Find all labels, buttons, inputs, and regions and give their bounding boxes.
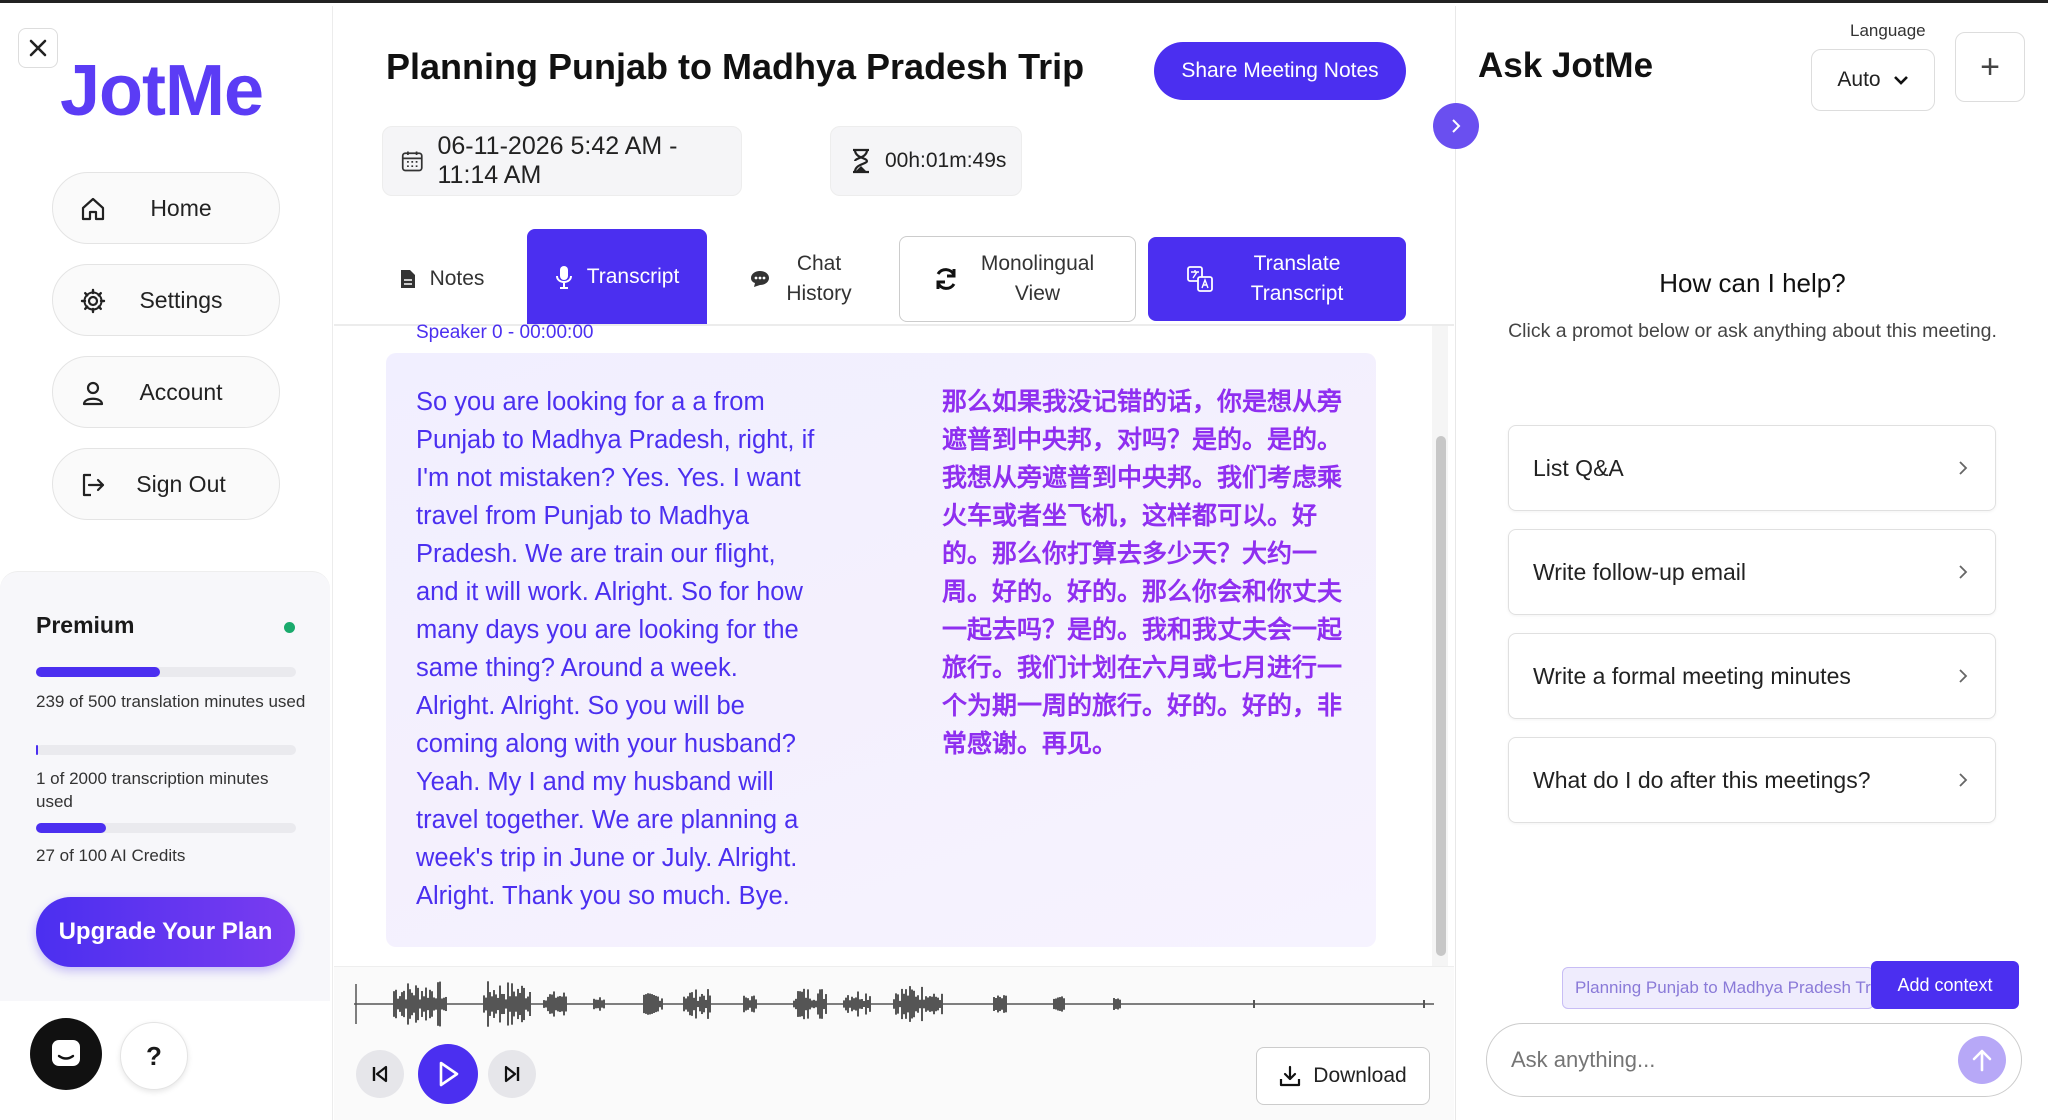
skip-forward-button[interactable] — [488, 1050, 536, 1098]
arrow-up-icon — [1972, 1049, 1992, 1072]
chevron-down-icon — [1893, 76, 1908, 85]
add-context-button[interactable]: Add context — [1871, 961, 2019, 1009]
scrollbar-thumb[interactable] — [1436, 436, 1446, 956]
premium-title: Premium — [36, 612, 135, 638]
download-label: Download — [1313, 1064, 1407, 1087]
transcript-translated-text: 那么如果我没记错的话，你是想从旁遮普到中央邦，对吗？是的。是的。我想从旁遮普到中… — [942, 388, 1343, 758]
sidebar-item-home[interactable]: Home — [52, 172, 280, 244]
help-button[interactable]: ? — [120, 1022, 188, 1090]
ask-panel: Ask JotMe Language Auto + How can I help… — [1455, 6, 2048, 1120]
tab-transcript[interactable]: Transcript — [527, 229, 707, 324]
translation-progress-fill — [36, 667, 160, 677]
meeting-duration: 00h:01m:49s — [885, 149, 1007, 172]
skip-back-button[interactable] — [356, 1050, 404, 1098]
language-value: Auto — [1837, 68, 1881, 91]
sign-out-icon — [82, 473, 105, 497]
ai-credits-progress-fill — [36, 823, 106, 833]
translation-usage-text: 239 of 500 translation minutes used — [36, 692, 306, 711]
translate-transcript-button[interactable]: Translate Transcript — [1148, 237, 1406, 321]
calendar-icon — [401, 151, 423, 172]
send-button[interactable] — [1958, 1036, 2006, 1084]
close-button[interactable] — [18, 28, 58, 68]
play-icon — [439, 1061, 459, 1087]
collapse-panel-button[interactable] — [1433, 103, 1479, 149]
speaker-label: Speaker 0 - 00:00:00 — [416, 322, 594, 343]
date-time-chip: 06-11-2026 5:42 AM - 11:14 AM — [382, 126, 742, 196]
status-dot — [284, 622, 295, 633]
upgrade-plan-button[interactable]: Upgrade Your Plan — [36, 897, 295, 967]
sidebar-item-account[interactable]: Account — [52, 356, 280, 428]
meeting-datetime: 06-11-2026 5:42 AM - 11:14 AM — [437, 132, 678, 189]
language-select[interactable]: Auto — [1811, 49, 1935, 111]
play-button[interactable] — [418, 1044, 478, 1104]
refresh-icon — [936, 268, 955, 290]
hourglass-icon — [853, 148, 869, 174]
tab-label: Transcript — [586, 264, 680, 288]
app-window: JotMe Home Settings Account Sign Out Pre… — [0, 0, 2048, 1120]
home-icon — [81, 197, 105, 221]
prompt-label: Write a formal meeting minutes — [1533, 662, 1851, 689]
help-title: How can I help? — [1659, 268, 1846, 298]
ask-input[interactable] — [1486, 1023, 2022, 1097]
chevron-right-icon — [1452, 119, 1461, 133]
tab-chat-history[interactable]: Chat History — [722, 234, 882, 324]
close-icon — [29, 39, 47, 57]
chevron-right-icon — [1959, 565, 1968, 579]
tab-label: Translate Transcript — [1250, 252, 1344, 305]
tab-label: Chat History — [786, 252, 852, 305]
prompt-label: Write follow-up email — [1533, 558, 1747, 585]
context-chip[interactable]: Planning Punjab to Madhya Pradesh Trip — [1562, 967, 1874, 1009]
translation-progress-bar — [36, 667, 296, 677]
prompt-next-steps[interactable]: What do I do after this meetings? — [1508, 737, 1996, 823]
chevron-right-icon — [1959, 773, 1968, 787]
prompt-label: What do I do after this meetings? — [1533, 766, 1871, 793]
transcript-card: So you are looking for a a from Punjab t… — [386, 353, 1376, 947]
translate-icon — [1187, 266, 1213, 292]
audio-waveform[interactable] — [354, 979, 1444, 1029]
document-icon — [400, 270, 415, 288]
ai-credits-progress-bar — [36, 823, 296, 833]
transcription-progress-fill — [36, 745, 38, 755]
prompt-label: List Q&A — [1533, 454, 1624, 481]
prompt-list-qa[interactable]: List Q&A — [1508, 425, 1996, 511]
prompt-follow-up-email[interactable]: Write follow-up email — [1508, 529, 1996, 615]
main-content: Planning Punjab to Madhya Pradesh Trip S… — [334, 6, 1454, 1120]
user-icon — [82, 381, 104, 406]
duration-chip: 00h:01m:49s — [830, 126, 1022, 196]
language-label: Language — [1850, 21, 1926, 40]
help-subtitle: Click a promot below or ask anything abo… — [1508, 320, 1997, 342]
ask-panel-title: Ask JotMe — [1478, 46, 1654, 85]
sidebar-item-signout[interactable]: Sign Out — [52, 448, 280, 520]
share-meeting-notes-button[interactable]: Share Meeting Notes — [1154, 42, 1406, 100]
app-logo: JotMe — [60, 51, 264, 131]
page-title: Planning Punjab to Madhya Pradesh Trip — [386, 46, 1085, 87]
chat-icon — [52, 1040, 80, 1066]
chevron-right-icon — [1959, 669, 1968, 683]
transcription-progress-bar — [36, 745, 296, 755]
audio-player: Download — [334, 966, 1454, 1120]
prompt-meeting-minutes[interactable]: Write a formal meeting minutes — [1508, 633, 1996, 719]
new-chat-button[interactable]: + — [1955, 32, 2025, 102]
premium-panel: Premium 239 of 500 translation minutes u… — [0, 571, 330, 1001]
download-icon — [1280, 1065, 1301, 1087]
tab-notes[interactable]: Notes — [382, 234, 502, 324]
microphone-icon — [555, 265, 572, 289]
sidebar: JotMe Home Settings Account Sign Out Pre… — [0, 6, 333, 1120]
transcript-english-text: So you are looking for a a from Punjab t… — [416, 388, 815, 910]
support-chat-button[interactable] — [30, 1018, 102, 1090]
gear-icon — [80, 288, 106, 314]
monolingual-view-button[interactable]: Monolingual View — [899, 236, 1136, 322]
transcription-usage-text: 1 of 2000 transcription minutes used — [36, 769, 269, 811]
download-button[interactable]: Download — [1256, 1047, 1430, 1105]
sidebar-item-settings[interactable]: Settings — [52, 264, 280, 336]
tab-label: Monolingual View — [980, 252, 1095, 305]
tab-label: Notes — [429, 267, 485, 290]
ai-credits-text: 27 of 100 AI Credits — [36, 846, 186, 865]
chevron-right-icon — [1959, 461, 1968, 475]
skip-forward-icon — [504, 1065, 520, 1083]
chat-bubble-icon — [751, 271, 769, 287]
skip-back-icon — [372, 1065, 388, 1083]
